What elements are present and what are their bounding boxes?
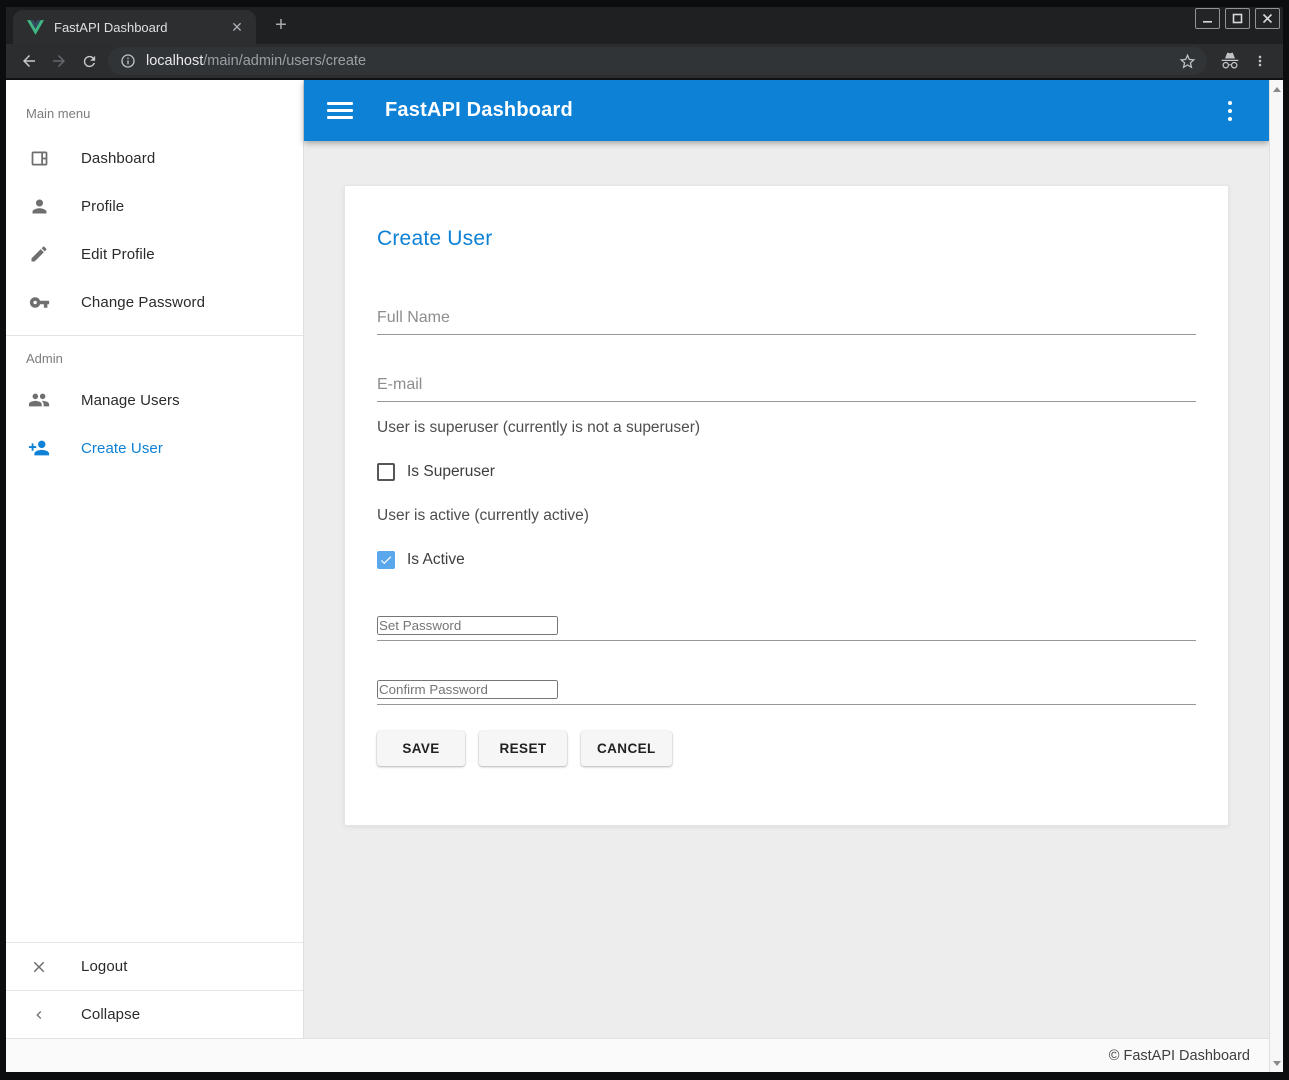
save-button[interactable]: SAVE — [377, 731, 465, 766]
incognito-icon — [1215, 46, 1245, 76]
is-superuser-checkbox[interactable] — [377, 463, 395, 481]
appbar-kebab-menu-icon[interactable] — [1215, 96, 1245, 126]
forward-button[interactable] — [44, 46, 74, 76]
active-checkbox-row: Is Active — [377, 551, 1196, 569]
url-host: localhost — [146, 53, 203, 69]
sidebar-bottom: Logout Collapse — [6, 942, 303, 1038]
new-tab-button[interactable]: + — [268, 13, 294, 39]
active-checkbox-label: Is Active — [407, 551, 465, 569]
reload-button[interactable] — [74, 46, 104, 76]
copyright-text: © FastAPI Dashboard — [1109, 1048, 1250, 1064]
main-content: Create User User is superuser (currently… — [304, 141, 1269, 1038]
app-bar: FastAPI Dashboard — [304, 80, 1269, 141]
browser-window: FastAPI Dashboard ✕ + — [0, 0, 1289, 1080]
set-password-input[interactable] — [377, 616, 558, 635]
browser-toolbar: localhost/main/admin/users/create — [6, 44, 1283, 80]
vue-logo-icon — [27, 20, 44, 35]
superuser-checkbox-label: Is Superuser — [407, 463, 495, 481]
browser-menu-icon[interactable] — [1245, 46, 1275, 76]
sidebar-item-edit-profile[interactable]: Edit Profile — [6, 230, 303, 278]
window-close-button[interactable] — [1255, 8, 1280, 29]
full-name-input[interactable] — [377, 307, 1196, 329]
tab-close-icon[interactable]: ✕ — [228, 18, 246, 36]
scrollbar-up-arrow[interactable] — [1270, 82, 1283, 96]
key-icon — [28, 291, 50, 313]
confirm-password-field — [377, 680, 1196, 705]
sidebar-item-profile[interactable]: Profile — [6, 182, 303, 230]
sidebar-section-main-menu: Main menu — [6, 80, 303, 121]
email-field — [377, 374, 1196, 402]
active-hint: User is active (currently active) — [377, 507, 1196, 525]
chevron-left-icon — [28, 1004, 50, 1026]
url-path: /main/admin/users/create — [203, 53, 366, 69]
page: Main menu Dashboard Profile — [6, 80, 1269, 1072]
confirm-password-input[interactable] — [377, 680, 558, 699]
sidebar-item-create-user[interactable]: Create User — [6, 424, 303, 472]
back-button[interactable] — [14, 46, 44, 76]
app-title: FastAPI Dashboard — [385, 99, 1215, 122]
sidebar-item-logout[interactable]: Logout — [6, 942, 303, 990]
superuser-checkbox-row: Is Superuser — [377, 463, 1196, 481]
reset-button[interactable]: RESET — [479, 731, 567, 766]
scrollbar[interactable] — [1269, 80, 1283, 1072]
page-footer: © FastAPI Dashboard — [6, 1038, 1269, 1072]
form-buttons: SAVE RESET CANCEL — [377, 731, 1196, 766]
address-bar[interactable]: localhost/main/admin/users/create — [108, 47, 1207, 75]
email-input[interactable] — [377, 374, 1196, 396]
superuser-hint: User is superuser (currently is not a su… — [377, 419, 1196, 437]
person-add-icon — [28, 437, 50, 459]
scrollbar-down-arrow[interactable] — [1270, 1056, 1283, 1070]
page-title: Create User — [377, 227, 1196, 251]
window-maximize-button[interactable] — [1225, 8, 1250, 29]
tab-strip: FastAPI Dashboard ✕ + — [6, 7, 1283, 44]
tab-title: FastAPI Dashboard — [54, 20, 228, 35]
cancel-button[interactable]: CANCEL — [581, 731, 672, 766]
sidebar-item-collapse[interactable]: Collapse — [6, 990, 303, 1038]
browser-tab[interactable]: FastAPI Dashboard ✕ — [13, 10, 256, 44]
person-icon — [28, 195, 50, 217]
bookmark-star-icon[interactable] — [1178, 52, 1197, 71]
hamburger-menu-icon[interactable] — [327, 101, 353, 121]
create-user-card: Create User User is superuser (currently… — [344, 185, 1229, 826]
pencil-icon — [28, 243, 50, 265]
people-icon — [28, 389, 50, 411]
full-name-field — [377, 307, 1196, 335]
dashboard-icon — [28, 147, 50, 169]
sidebar: Main menu Dashboard Profile — [6, 80, 304, 1038]
window-minimize-button[interactable] — [1195, 8, 1220, 29]
window-controls — [1195, 8, 1280, 29]
sidebar-item-dashboard[interactable]: Dashboard — [6, 134, 303, 182]
sidebar-item-manage-users[interactable]: Manage Users — [6, 376, 303, 424]
set-password-field — [377, 616, 1196, 641]
sidebar-section-admin: Admin — [6, 336, 303, 366]
is-active-checkbox[interactable] — [377, 551, 395, 569]
site-info-icon[interactable] — [120, 53, 136, 69]
close-x-icon — [28, 956, 50, 978]
url-text: localhost/main/admin/users/create — [146, 53, 1178, 69]
sidebar-item-change-password[interactable]: Change Password — [6, 278, 303, 326]
